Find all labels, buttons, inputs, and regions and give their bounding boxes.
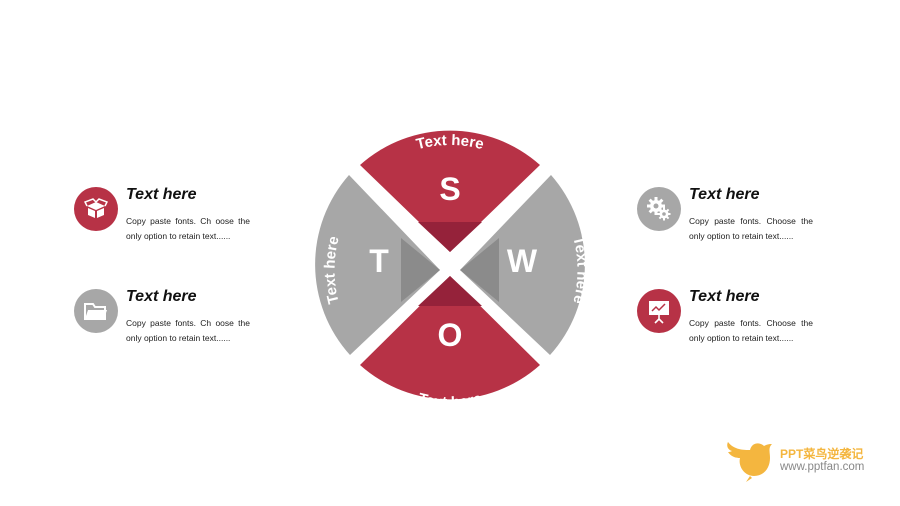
item-description: Copy paste fonts. Ch oose the only optio… xyxy=(126,216,250,241)
gears-icon xyxy=(637,187,681,231)
item-title: Text here xyxy=(126,186,197,203)
letter-s: S xyxy=(439,171,460,207)
item-description: Copy paste fonts. Choose the only option… xyxy=(689,318,813,343)
box-icon xyxy=(74,187,118,231)
brand-logo: PPT菜鸟逆袭记 www.pptfan.com xyxy=(724,436,894,484)
letter-o: O xyxy=(438,317,463,353)
item-title: Text here xyxy=(689,288,760,305)
logo-title: PPT菜鸟逆袭记 xyxy=(780,447,864,461)
item-title: Text here xyxy=(689,186,760,203)
folder-icon xyxy=(74,289,118,333)
item-description: Copy paste fonts. Choose the only option… xyxy=(689,216,813,241)
logo-url: www.pptfan.com xyxy=(780,461,865,473)
info-item-3: Text here Copy paste fonts. Choose the o… xyxy=(637,186,897,257)
item-title: Text here xyxy=(126,288,197,305)
info-item-1: Text here Copy paste fonts. Ch oose the … xyxy=(74,186,334,257)
letter-w: W xyxy=(507,243,538,279)
presentation-icon xyxy=(637,289,681,333)
letter-t: T xyxy=(369,243,389,279)
bird-icon xyxy=(727,442,772,482)
info-item-2: Text here Copy paste fonts. Ch oose the … xyxy=(74,288,334,359)
item-description: Copy paste fonts. Ch oose the only optio… xyxy=(126,318,250,343)
info-item-4: Text here Copy paste fonts. Choose the o… xyxy=(637,288,897,359)
